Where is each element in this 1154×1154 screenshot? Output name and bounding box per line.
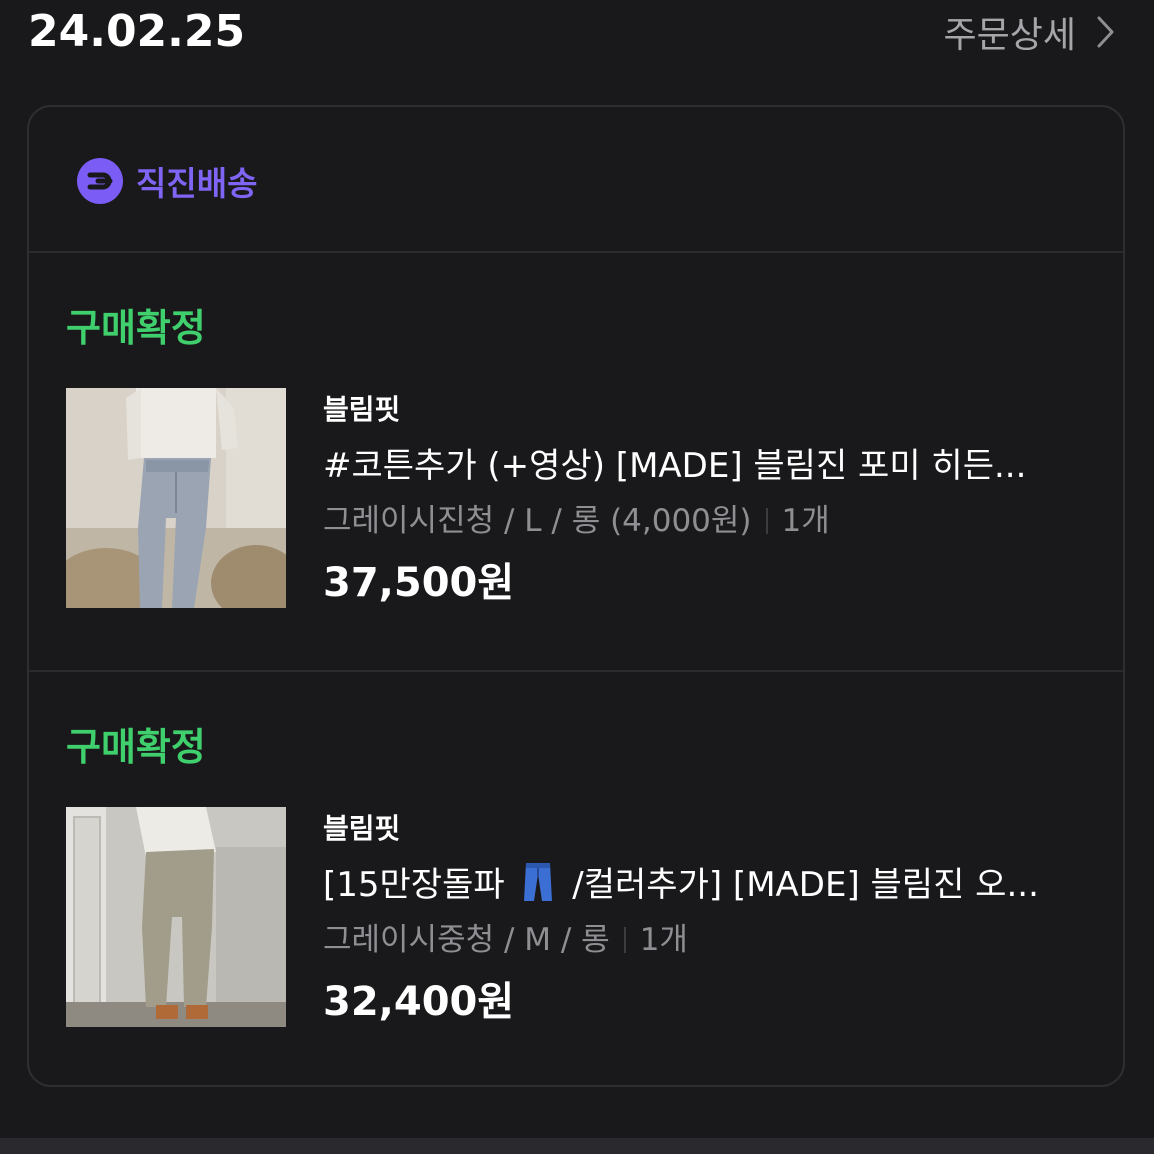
purchase-status: 구매확정 bbox=[66, 725, 206, 769]
product-name-suffix: /컬러추가] [MADE] 블림진 오... bbox=[572, 865, 1039, 905]
order-item[interactable]: 구매확정 블림핏 #코튼추가 (+영상) [MADE] 블림진 포미 히든...… bbox=[29, 253, 1123, 672]
order-history-page: 24.02.25 주문상세 직진배송 구매확정 블림핏 #코튼추가 (+영상) … bbox=[0, 0, 1154, 1154]
product-thumbnail[interactable] bbox=[66, 388, 286, 608]
delivery-badge: 직진배송 bbox=[76, 157, 257, 205]
order-detail-link[interactable]: 주문상세 bbox=[944, 6, 1116, 58]
delivery-label: 직진배송 bbox=[136, 164, 258, 203]
quantity-text: 1개 bbox=[781, 503, 830, 539]
jeans-emoji-icon bbox=[524, 863, 553, 901]
product-option: 그레이시중청 / M / 롱 1개 bbox=[323, 918, 1083, 962]
order-card: 직진배송 구매확정 블림핏 #코튼추가 (+영상) [MADE] 블림진 포미 … bbox=[27, 105, 1125, 1087]
product-price: 32,400원 bbox=[323, 979, 515, 1025]
purchase-status: 구매확정 bbox=[66, 306, 206, 350]
product-name-prefix: [15만장돌파 bbox=[323, 865, 505, 905]
order-detail-label[interactable]: 주문상세 bbox=[944, 6, 1076, 58]
product-price: 37,500원 bbox=[323, 560, 515, 606]
delivery-section: 직진배송 bbox=[29, 107, 1123, 253]
order-header: 24.02.25 주문상세 bbox=[0, 0, 1154, 70]
option-divider bbox=[623, 927, 626, 953]
option-divider bbox=[765, 508, 768, 534]
product-image-1 bbox=[66, 388, 286, 608]
next-section-edge bbox=[0, 1138, 1154, 1154]
option-text: 그레이시중청 / M / 롱 bbox=[323, 922, 610, 958]
product-name[interactable]: [15만장돌파 /컬러추가] [MADE] 블림진 오... bbox=[323, 862, 1083, 908]
product-image-2 bbox=[66, 807, 286, 1027]
brand-name[interactable]: 블림핏 bbox=[323, 391, 1083, 429]
product-info: 블림핏 #코튼추가 (+영상) [MADE] 블림진 포미 히든... 그레이시… bbox=[323, 391, 1083, 609]
order-item[interactable]: 구매확정 블림핏 [15만장돌파 /컬러추가] [MADE] 블림진 오... … bbox=[29, 672, 1123, 1085]
product-info: 블림핏 [15만장돌파 /컬러추가] [MADE] 블림진 오... 그레이시중… bbox=[323, 810, 1083, 1028]
product-name[interactable]: #코튼추가 (+영상) [MADE] 블림진 포미 히든... bbox=[323, 443, 1083, 489]
order-date: 24.02.25 bbox=[28, 6, 246, 57]
product-thumbnail[interactable] bbox=[66, 807, 286, 1027]
product-option: 그레이시진청 / L / 롱 (4,000원) 1개 bbox=[323, 499, 1083, 543]
chevron-right-icon[interactable] bbox=[1096, 15, 1116, 49]
brand-name[interactable]: 블림핏 bbox=[323, 810, 1083, 848]
quantity-text: 1개 bbox=[639, 922, 688, 958]
option-text: 그레이시진청 / L / 롱 (4,000원) bbox=[323, 503, 752, 539]
direct-delivery-icon bbox=[77, 158, 123, 204]
